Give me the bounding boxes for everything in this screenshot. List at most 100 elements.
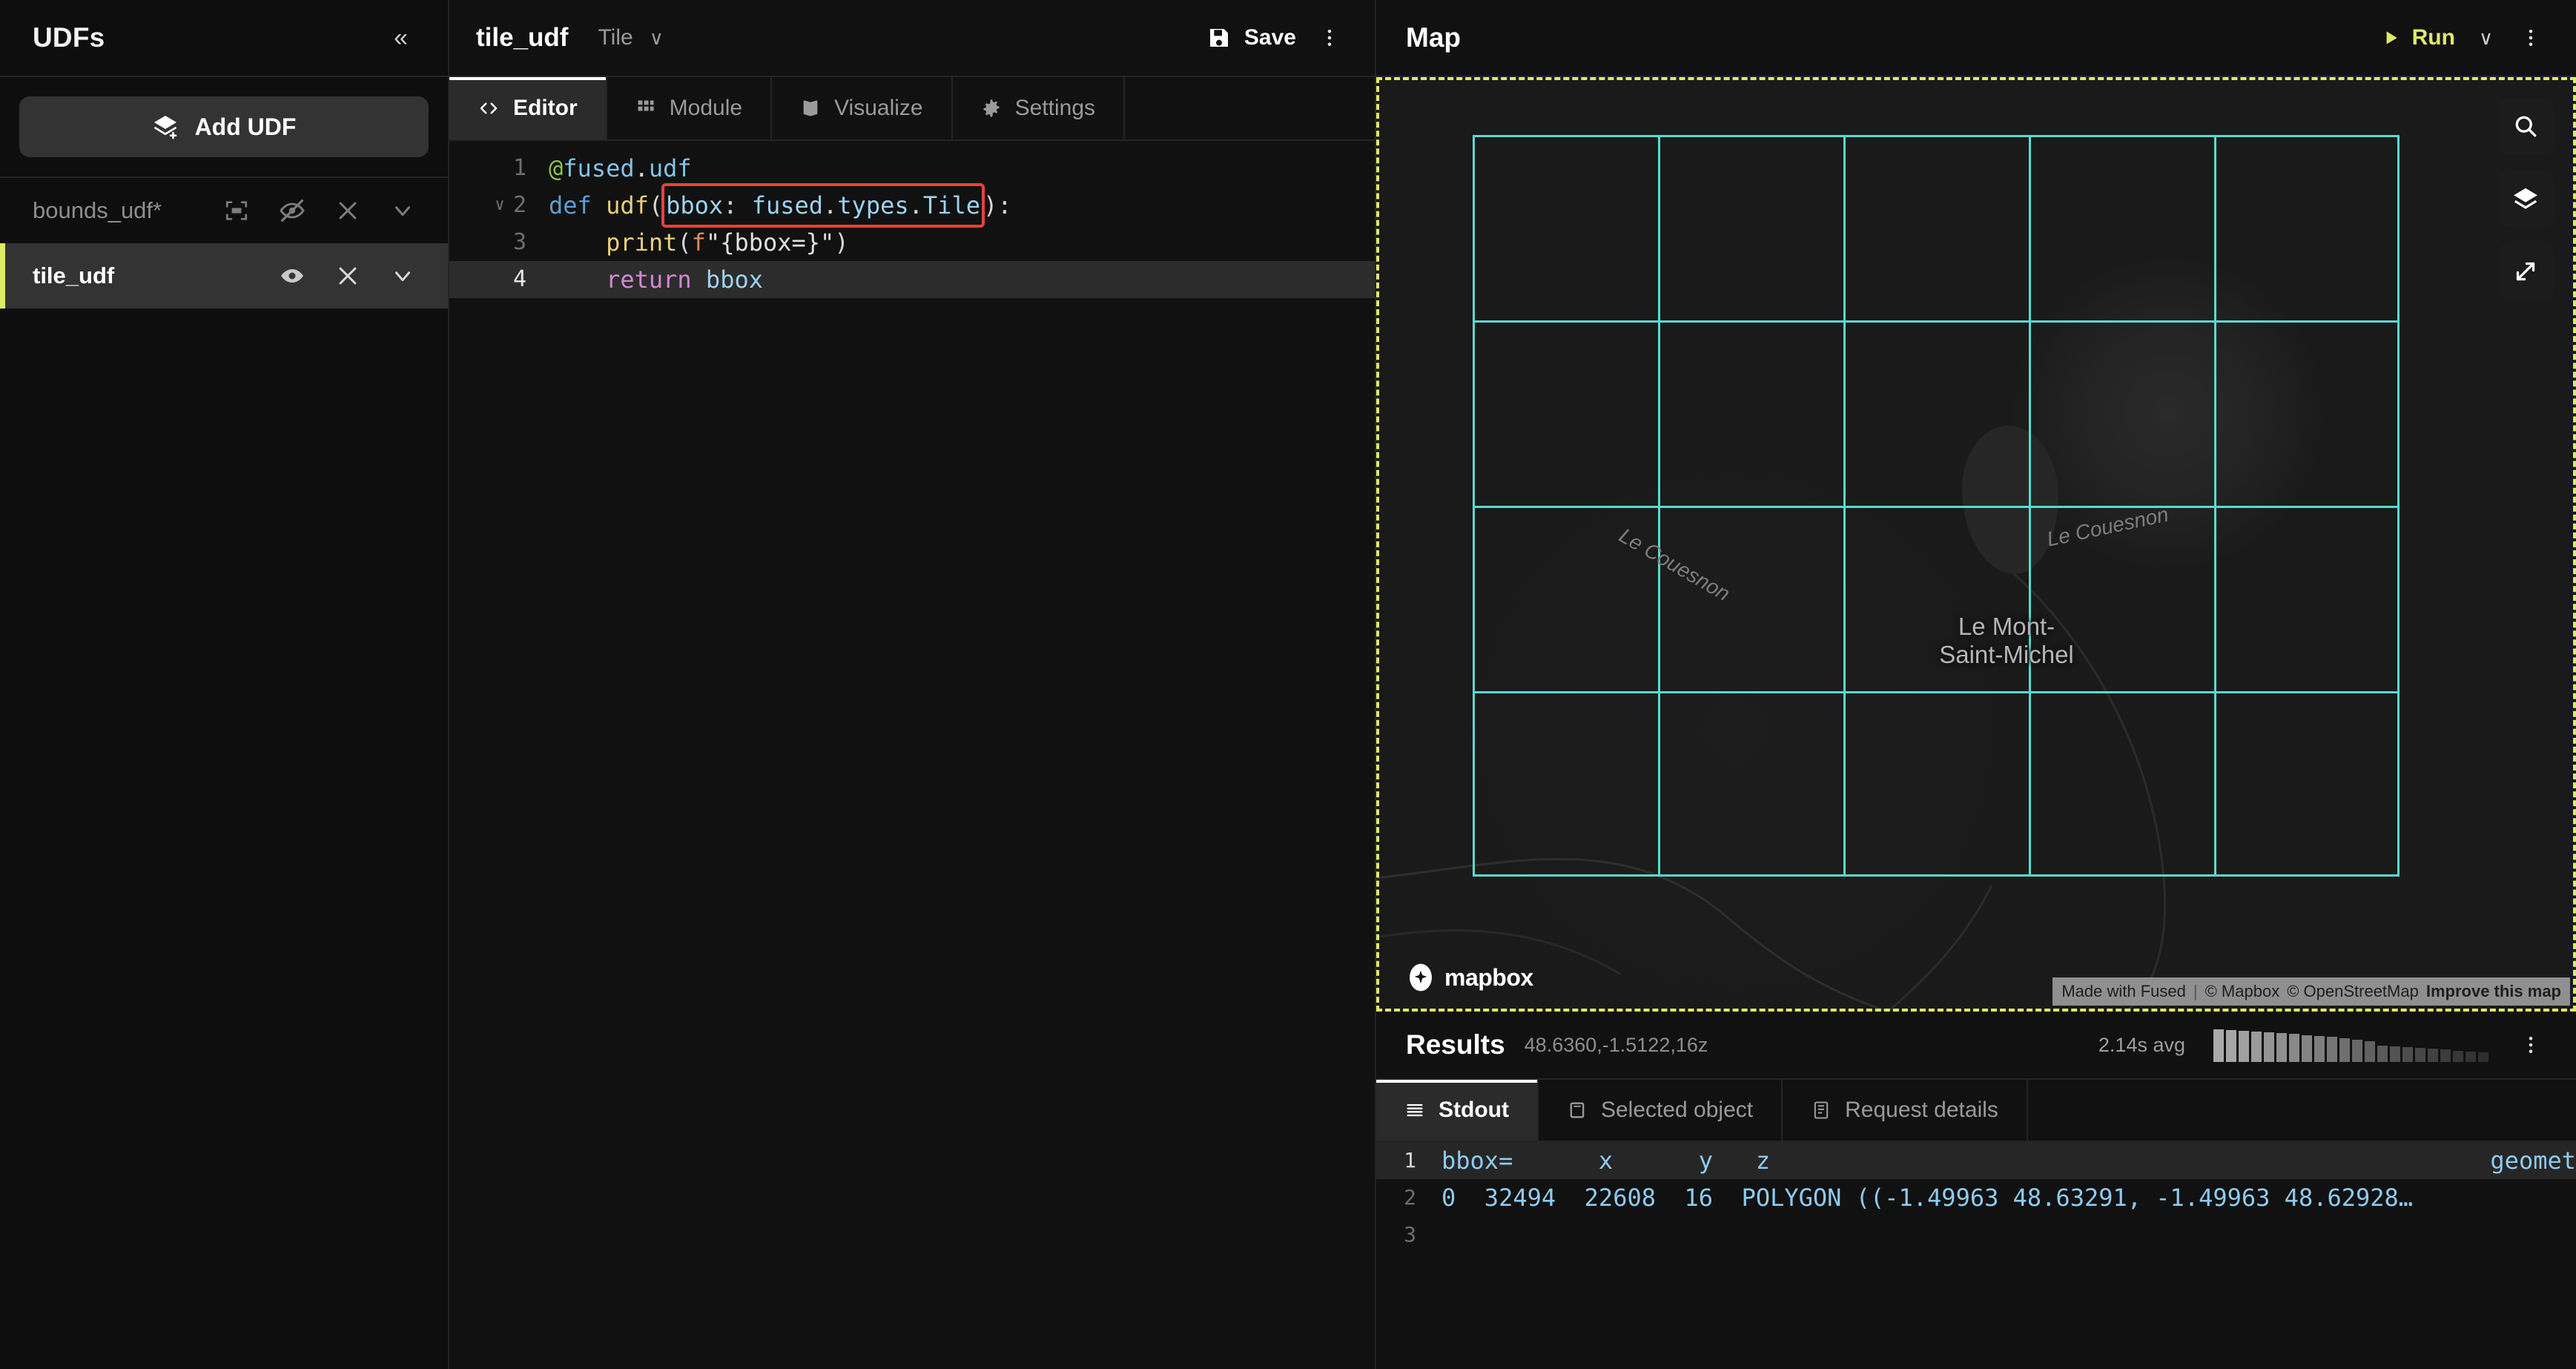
details-icon [1811,1100,1832,1121]
mapbox-mark-icon [1406,963,1436,992]
udf-sidebar: UDFs « Add UDF bounds_udf* tile_udf [0,0,449,1369]
tab-label: Request details [1845,1098,1998,1122]
close-icon[interactable] [335,263,360,288]
stdout-output[interactable]: 1 bbox= x y z geomet 2 0 32494 22608 16 … [1376,1142,2576,1369]
line-number: 1 [512,155,526,181]
chevron-down-icon[interactable] [390,198,415,223]
eye-icon[interactable] [279,263,306,289]
tab-label: Editor [513,96,578,120]
attribution-separator: | [2193,982,2198,1000]
line-number: 3 [512,229,526,255]
map-viewport[interactable]: Le Couesnon Le Couesnon Le Mont- Saint-M… [1376,77,2576,1012]
save-label: Save [1244,25,1296,50]
highlighted-parameter: bbox: fused.types.Tile [661,183,985,228]
timing-label: 2.14s avg [2098,1033,2185,1056]
grid-icon [635,98,656,119]
udf-type-select[interactable]: Tile [598,25,633,50]
layers-plus-icon [152,113,179,140]
editor-tab-strip: Editor Module Visualize Settings [449,77,1375,141]
stdout-text: 0 32494 22608 16 POLYGON ((-1.49963 48.6… [1441,1184,2414,1212]
tab-label: Visualize [834,96,923,120]
map-attribution: Made with Fused | © Mapbox © OpenStreetM… [2052,977,2570,1006]
stdout-text-right: geomet [2490,1147,2576,1175]
add-udf-container: Add UDF [0,77,448,178]
tab-visualize[interactable]: Visualize [772,77,953,139]
results-menu-button[interactable] [2508,1026,2554,1063]
save-button[interactable]: Save [1197,18,1307,58]
timing-sparkline [2213,1028,2489,1062]
tab-request-details[interactable]: Request details [1783,1080,2028,1141]
zoom-to-bounds-icon[interactable] [224,198,249,223]
editor-pane: tile_udf Tile ∨ Save Editor Module Visua… [449,0,1376,1369]
attribution-made-with: Made with Fused [2061,982,2186,1000]
code-editor[interactable]: 1 @fused.udf ∨ 2 def udf(bbox: fused.type… [449,141,1375,1369]
save-icon [1207,26,1231,50]
stdout-line-1: 1 bbox= x y z geomet [1376,1142,2576,1179]
map-header: Map Run ∨ [1376,0,2576,77]
mapbox-logo[interactable]: mapbox [1406,963,1533,992]
code-icon [478,97,500,119]
add-udf-label: Add UDF [194,113,297,140]
tab-label: Selected object [1600,1098,1754,1122]
tab-label: Module [669,96,743,120]
tab-label: Stdout [1439,1098,1509,1122]
results-panel-title: Results [1406,1029,1505,1060]
fold-toggle[interactable]: ∨ [492,187,507,224]
editor-menu-button[interactable] [1307,19,1353,56]
eye-off-icon[interactable] [279,197,306,224]
udf-row-actions [224,197,415,224]
line-number: 1 [1404,1148,1416,1172]
sidebar-item-tile-udf[interactable]: tile_udf [0,243,448,309]
map-coordinates-label: 48.6360,-1.5122,16z [1524,1033,1708,1056]
code-line-1: 1 @fused.udf [449,150,1375,187]
udf-name-label: tile_udf [33,263,115,288]
attribution-osm[interactable]: © OpenStreetMap [2287,982,2419,1001]
app-root: UDFs « Add UDF bounds_udf* tile_udf tile… [0,0,2576,1369]
tab-selected-object[interactable]: Selected object [1539,1080,1783,1141]
map-panel-title: Map [1406,22,1461,53]
udf-list: bounds_udf* tile_udf [0,178,448,1369]
sidebar-item-bounds-udf[interactable]: bounds_udf* [0,178,448,243]
map-expand-button[interactable] [2497,243,2554,300]
layers-icon [2511,185,2540,213]
code-text: @fused.udf [549,154,692,182]
map-menu-button[interactable] [2508,19,2554,56]
line-number: ∨ 2 [449,187,537,224]
tile-grid-overlay [1473,135,2400,877]
results-tab-strip: Stdout Selected object Request details [1376,1078,2576,1142]
tab-strip-filler [1125,77,1375,139]
run-button[interactable]: Run [2372,18,2464,58]
run-options-chevron-down-icon[interactable]: ∨ [2464,19,2508,57]
code-text: def udf(bbox: fused.types.Tile): [537,183,1012,228]
search-icon [2512,113,2539,139]
attribution-mapbox[interactable]: © Mapbox [2205,982,2280,1001]
code-line-2: ∨ 2 def udf(bbox: fused.types.Tile): [449,183,1375,228]
tab-settings[interactable]: Settings [953,77,1126,139]
editor-topbar: tile_udf Tile ∨ Save [449,0,1375,77]
play-icon [2381,28,2400,47]
map-search-button[interactable] [2497,98,2554,154]
chevron-down-icon[interactable] [390,263,415,288]
add-udf-button[interactable]: Add UDF [19,96,429,157]
stdout-text: bbox= x y z [1441,1147,1771,1175]
square-icon [1567,1100,1588,1121]
code-line-4: 4 return bbox [449,261,1375,298]
line-number: 2 [1404,1185,1416,1210]
tab-editor[interactable]: Editor [449,77,607,139]
attribution-improve-link[interactable]: Improve this map [2426,982,2561,1001]
stdout-line-3: 3 [1376,1216,2576,1253]
tab-module[interactable]: Module [607,77,773,139]
map-layers-button[interactable] [2497,171,2554,227]
list-icon [1404,1100,1425,1121]
results-tab-filler [2028,1080,2576,1141]
gear-icon [981,98,1002,119]
chevron-down-icon[interactable]: ∨ [650,27,664,50]
udf-name-label: bounds_udf* [33,197,162,223]
collapse-sidebar-button[interactable]: « [386,21,415,55]
tab-label: Settings [1014,96,1096,120]
tab-stdout[interactable]: Stdout [1376,1080,1539,1141]
line-number: 3 [1404,1222,1416,1247]
close-icon[interactable] [335,198,360,223]
line-number: 4 [512,266,526,292]
udf-row-actions [279,263,415,289]
